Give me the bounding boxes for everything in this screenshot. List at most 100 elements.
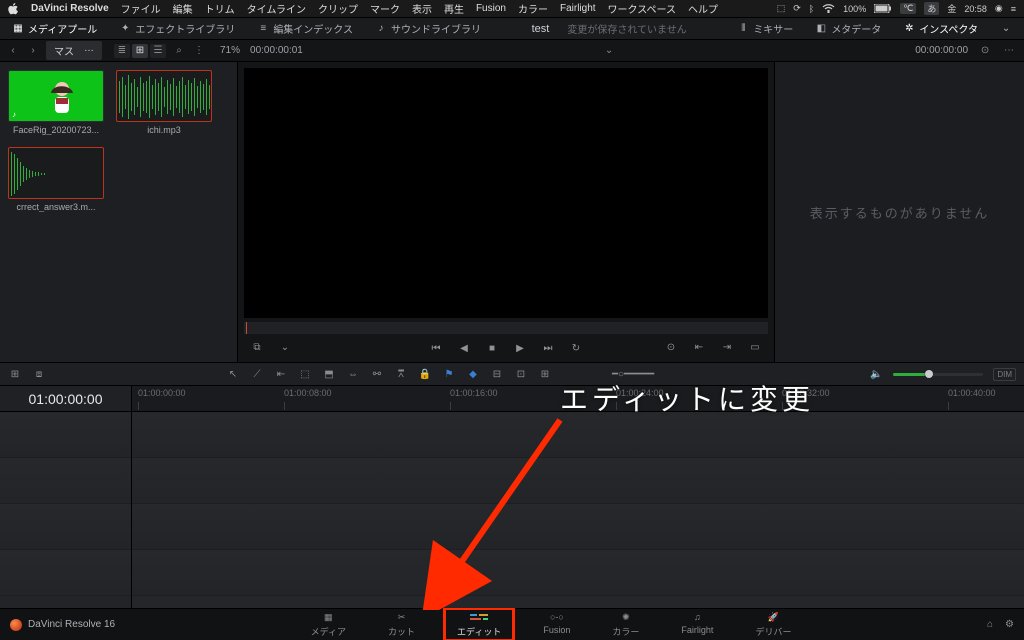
overwrite-icon[interactable]: ⬚ <box>298 367 312 381</box>
nav-fwd[interactable]: › <box>26 44 40 58</box>
metadata-toggle[interactable]: ◧メタデータ <box>809 19 887 38</box>
chevron-down-icon[interactable]: ⌄ <box>278 340 292 354</box>
menu-edit[interactable]: 編集 <box>173 1 193 16</box>
pointer-tool-icon[interactable]: ↖ <box>226 367 240 381</box>
menu-trim[interactable]: トリム <box>205 1 235 16</box>
loop-button[interactable]: ↻ <box>569 341 583 355</box>
stop-button[interactable]: ■ <box>485 341 499 355</box>
ime-badge-1[interactable]: ℃ <box>900 3 916 14</box>
mediapool-toggle[interactable]: ▦メディアプール <box>6 19 103 38</box>
timeline[interactable] <box>0 412 1024 608</box>
marker-icon[interactable]: ◆ <box>466 367 480 381</box>
battery-icon[interactable] <box>874 4 892 13</box>
menu-play[interactable]: 再生 <box>444 1 464 16</box>
mixer-toggle[interactable]: ⫴ミキサー <box>731 19 799 38</box>
lock-icon[interactable]: 🔒 <box>418 367 432 381</box>
track-area[interactable] <box>132 412 1024 608</box>
zoom-value[interactable]: 71% <box>220 45 240 56</box>
siri-icon[interactable]: ◉ <box>995 3 1003 14</box>
viewer-canvas[interactable] <box>244 68 768 318</box>
viewer-menu-icon[interactable]: ⌄ <box>602 44 616 58</box>
inspector-toggle[interactable]: ✲インスペクタ <box>897 19 984 38</box>
editindex-toggle[interactable]: ≡編集インデックス <box>251 19 359 38</box>
menu-timeline[interactable]: タイムライン <box>247 1 306 16</box>
sort-icon[interactable]: ⋮ <box>192 44 206 58</box>
speaker-icon[interactable]: 🔈 <box>869 367 883 381</box>
tab-fusion[interactable]: ○-○Fusion <box>531 609 582 640</box>
tab-media[interactable]: ▦メディア <box>299 609 358 640</box>
search-icon[interactable]: ⌕ <box>172 44 186 58</box>
menu-color[interactable]: カラー <box>518 1 548 16</box>
menu-clip[interactable]: クリップ <box>318 1 358 16</box>
settings-icon[interactable]: ⚙ <box>1005 619 1014 630</box>
crop-icon[interactable]: ⧉ <box>250 340 264 354</box>
play-button[interactable]: ▶ <box>513 341 527 355</box>
dim-button[interactable]: DIM <box>993 368 1016 381</box>
tab-deliver[interactable]: 🚀デリバー <box>743 609 803 640</box>
view-grid[interactable]: ⊞ <box>132 44 148 58</box>
zoom-slider[interactable]: ━○━━━━━ <box>612 369 654 380</box>
menu-fusion[interactable]: Fusion <box>476 3 506 14</box>
bin-crumb[interactable]: マス <box>46 41 102 60</box>
insert-icon[interactable]: ⇤ <box>274 367 288 381</box>
tab-color[interactable]: ✺カラー <box>600 609 651 640</box>
clip-correct-answer[interactable]: crrect_answer3.m... <box>8 147 104 212</box>
home-icon[interactable]: ⌂ <box>987 619 993 630</box>
zoom-in-icon[interactable]: ⊞ <box>538 367 552 381</box>
tl-options-icon[interactable]: ⊞ <box>8 367 22 381</box>
tab-fairlight[interactable]: ♫Fairlight <box>669 609 725 640</box>
soundlib-toggle[interactable]: ♪サウンドライブラリ <box>369 19 487 38</box>
match-frame-icon[interactable]: ⊙ <box>664 340 678 354</box>
clip-facerig[interactable]: ♪ FaceRig_20200723... <box>8 70 104 135</box>
menu-help[interactable]: ヘルプ <box>688 1 718 16</box>
volume-slider[interactable] <box>893 373 983 376</box>
menu-workspace[interactable]: ワークスペース <box>608 1 677 16</box>
menu-mark[interactable]: マーク <box>370 1 400 16</box>
mark-out-icon[interactable]: ⇥ <box>720 340 734 354</box>
timeline-timecode[interactable]: 01:00:00:00 <box>0 386 132 411</box>
dropbox-icon[interactable]: ⬚ <box>777 3 786 14</box>
bluetooth-icon[interactable]: ᛒ <box>809 4 814 14</box>
clip-thumb <box>116 70 212 122</box>
timeline-ruler: 01:00:00:00 01:00:00:00 01:00:08:00 01:0… <box>0 386 1024 412</box>
options-icon[interactable]: ▭ <box>748 340 762 354</box>
clip-ichi[interactable]: ichi.mp3 <box>116 70 212 135</box>
notifications-icon[interactable]: ≡ <box>1011 4 1016 14</box>
next-frame-button[interactable]: ⏭ <box>541 341 555 355</box>
expand-toggle[interactable]: ⌄ <box>994 21 1018 37</box>
wifi-icon[interactable] <box>822 4 835 13</box>
link-icon[interactable]: ⚯ <box>370 367 384 381</box>
apple-icon[interactable] <box>8 3 19 15</box>
zoom-out-icon[interactable]: ⊟ <box>490 367 504 381</box>
prev-frame-button[interactable]: ◀ <box>457 341 471 355</box>
mark-in-icon[interactable]: ⇤ <box>692 340 706 354</box>
ruler-ticks[interactable]: 01:00:00:00 01:00:08:00 01:00:16:00 01:0… <box>132 386 1024 411</box>
media-pool[interactable]: ♪ FaceRig_20200723... ichi.mp3 crrect_an… <box>0 62 238 362</box>
tab-cut[interactable]: ✂カット <box>376 609 427 640</box>
tab-edit[interactable]: エディット <box>445 609 513 640</box>
zoom-fit-icon[interactable]: ⊡ <box>514 367 528 381</box>
more-icon[interactable]: ⋯ <box>1002 44 1016 58</box>
view-list[interactable]: ≣ <box>114 44 130 58</box>
view-strip[interactable]: ☰ <box>150 44 166 58</box>
ripple-icon[interactable]: ⇔ <box>346 367 360 381</box>
nav-back[interactable]: ‹ <box>6 44 20 58</box>
track-headers[interactable] <box>0 412 132 608</box>
menu-app[interactable]: DaVinci Resolve <box>31 3 109 14</box>
record-icon[interactable]: ⊙ <box>978 44 992 58</box>
flag-icon[interactable]: ⚑ <box>442 367 456 381</box>
magnet-icon[interactable]: ⩞ <box>394 367 408 381</box>
menu-view[interactable]: 表示 <box>412 1 432 16</box>
replace-icon[interactable]: ⬒ <box>322 367 336 381</box>
mixer-icon: ⫴ <box>737 23 749 35</box>
effects-toggle[interactable]: ✦エフェクトライブラリ <box>113 19 241 38</box>
menu-fairlight[interactable]: Fairlight <box>560 3 596 14</box>
sync-icon[interactable]: ⟳ <box>793 3 801 14</box>
first-frame-button[interactable]: ⏮ <box>429 341 443 355</box>
viewer-scrubber[interactable] <box>244 322 768 334</box>
menu-file[interactable]: ファイル <box>121 1 161 16</box>
blade-tool-icon[interactable]: ⟋ <box>250 367 264 381</box>
macos-menubar: DaVinci Resolve ファイル 編集 トリム タイムライン クリップ … <box>0 0 1024 18</box>
tl-view-icon[interactable]: ⧈ <box>32 367 46 381</box>
ime-badge-2[interactable]: あ <box>924 2 939 15</box>
